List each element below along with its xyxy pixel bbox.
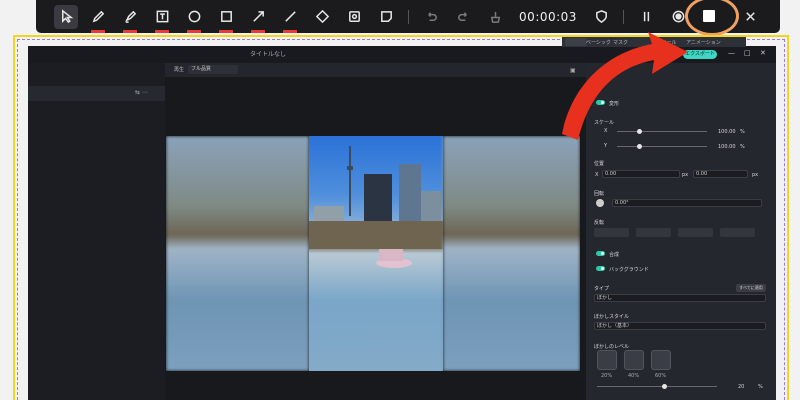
clear-icon[interactable]: [479, 0, 511, 33]
more-icon[interactable]: ⇆ ⋯: [135, 89, 148, 96]
blur-level-40[interactable]: [624, 350, 644, 370]
blur-level-40-label: 40%: [628, 373, 640, 379]
blur-level-value[interactable]: 20: [738, 384, 744, 390]
blur-level-60[interactable]: [651, 350, 671, 370]
background-toggle[interactable]: [596, 266, 605, 271]
eraser-icon[interactable]: [306, 0, 338, 33]
scale-x-unit: %: [740, 129, 745, 135]
maximize-icon[interactable]: □: [744, 49, 751, 57]
sticky-icon[interactable]: [370, 0, 402, 33]
position-x-unit: px: [682, 172, 689, 178]
rotate-right-button[interactable]: [720, 228, 755, 237]
blur-level-unit: %: [758, 384, 763, 390]
preview-label: 再生: [174, 67, 185, 73]
blur-level-label: ぼかしのレベル: [594, 344, 630, 350]
scale-y-unit: %: [740, 144, 745, 150]
camera-icon[interactable]: [338, 0, 370, 33]
position-x-field[interactable]: 0.00: [602, 170, 680, 178]
video-content: [309, 136, 443, 371]
blur-level-20-label: 20%: [601, 373, 613, 379]
scale-y-value[interactable]: 100.00: [718, 144, 736, 150]
blur-level-60-label: 60%: [655, 373, 667, 379]
annotation-arrow: [562, 32, 688, 140]
blurred-background-left: [166, 136, 309, 371]
blur-level-20[interactable]: [597, 350, 617, 370]
position-y-unit: px: [752, 172, 759, 178]
rotate-left-button[interactable]: [678, 228, 713, 237]
position-label: 位置: [594, 161, 605, 167]
background-label: バックグラウンド: [609, 267, 649, 273]
line-icon[interactable]: [274, 0, 306, 33]
rotate-dial-icon[interactable]: [596, 199, 604, 207]
blur-style-label: ぼかしスタイル: [594, 314, 630, 320]
blur-style-dropdown[interactable]: ぼかし（基本）: [594, 322, 766, 330]
rotate-label: 回転: [594, 191, 605, 197]
flip-vertical-button[interactable]: [636, 228, 671, 237]
redo-icon[interactable]: [447, 0, 479, 33]
text-icon[interactable]: [146, 0, 178, 33]
undo-icon[interactable]: [415, 0, 447, 33]
apply-all-button[interactable]: すべてに適用: [736, 284, 766, 292]
arrow-icon[interactable]: [242, 0, 274, 33]
rotate-field[interactable]: 0.00°: [612, 199, 762, 207]
highlighter-icon[interactable]: [114, 0, 146, 33]
video-frame: [166, 136, 580, 371]
position-y-field[interactable]: 0.00: [693, 170, 748, 178]
blur-level-knob[interactable]: [662, 384, 667, 389]
flip-horizontal-button[interactable]: [594, 228, 629, 237]
composite-toggle[interactable]: [596, 251, 605, 256]
flip-label: 反転: [594, 220, 605, 226]
close-window-icon[interactable]: ✕: [760, 49, 766, 57]
blur-level-slider[interactable]: [597, 386, 717, 387]
type-label: タイプ: [594, 286, 610, 292]
toolbar-divider: [408, 9, 409, 24]
composite-label: 合成: [609, 252, 620, 258]
minimize-icon[interactable]: —: [728, 49, 735, 57]
scale-x-value[interactable]: 100.00: [718, 129, 736, 135]
pen-icon[interactable]: [82, 0, 114, 33]
media-panel: [28, 63, 165, 400]
quality-dropdown[interactable]: フル品質: [188, 65, 238, 74]
window-title: タイトルなし: [250, 51, 287, 58]
pointer-icon[interactable]: [54, 4, 78, 29]
circle-icon[interactable]: [178, 0, 210, 33]
rectangle-icon[interactable]: [210, 0, 242, 33]
type-dropdown[interactable]: ぼかし: [594, 294, 766, 302]
position-x-label: X: [595, 172, 599, 178]
blurred-background-right: [443, 136, 580, 371]
